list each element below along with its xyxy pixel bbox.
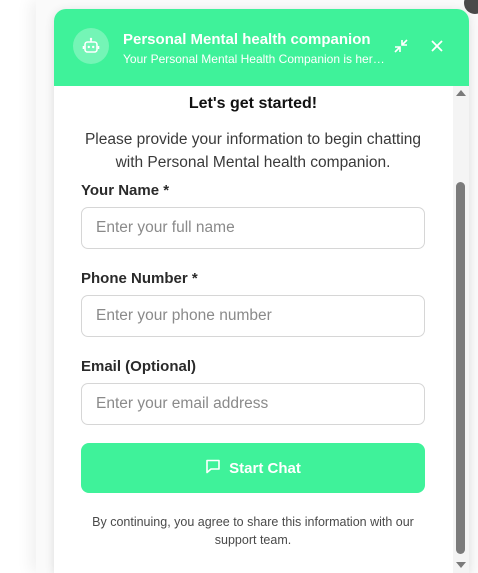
scroll-down-arrow-icon[interactable] xyxy=(456,562,466,568)
close-icon[interactable] xyxy=(427,36,447,56)
chat-bubble-icon xyxy=(205,458,221,479)
scroll-thumb[interactable] xyxy=(456,182,465,554)
widget-subtitle: Your Personal Mental Health Companion is… xyxy=(123,52,385,66)
widget-header: Personal Mental health companion Your Pe… xyxy=(54,9,469,86)
consent-note: By continuing, you agree to share this i… xyxy=(92,515,414,547)
name-label: Your Name * xyxy=(81,182,170,199)
scroll-up-arrow-icon[interactable] xyxy=(456,90,466,96)
form-heading: Let's get started! xyxy=(188,95,318,112)
email-label: Email (Optional) xyxy=(81,358,197,375)
start-chat-label: Start Chat xyxy=(229,459,301,477)
minimize-icon[interactable] xyxy=(391,36,411,56)
name-field[interactable] xyxy=(81,207,425,249)
phone-label: Phone Number * xyxy=(81,270,198,287)
email-field[interactable] xyxy=(81,383,425,425)
chat-widget: Personal Mental health companion Your Pe… xyxy=(54,9,469,573)
start-chat-button[interactable]: Start Chat xyxy=(81,443,425,493)
widget-title: Personal Mental health companion xyxy=(123,31,371,48)
scrollbar[interactable] xyxy=(453,86,469,573)
form-content: Let's get started! Please provide your i… xyxy=(54,86,452,573)
phone-field[interactable] xyxy=(81,295,425,337)
robot-icon xyxy=(73,28,109,64)
form-intro: Please provide your information to begin… xyxy=(84,131,422,171)
